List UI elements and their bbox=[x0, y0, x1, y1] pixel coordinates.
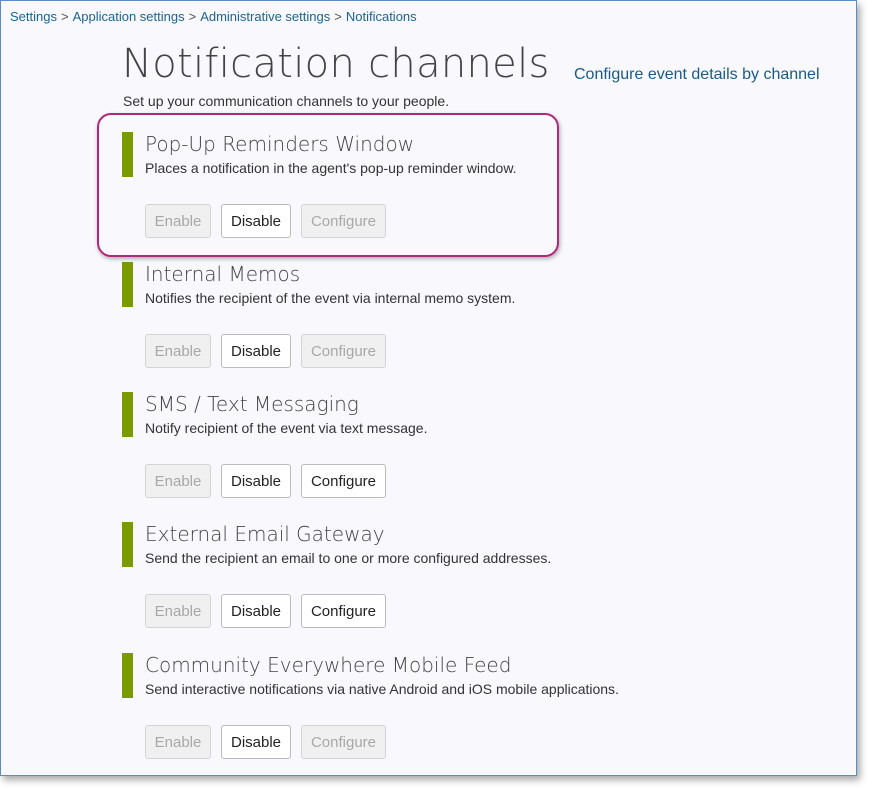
configure-button[interactable]: Configure bbox=[301, 334, 386, 368]
channel-accent-bar bbox=[122, 262, 133, 307]
channel-accent-bar bbox=[122, 392, 133, 437]
disable-button[interactable]: Disable bbox=[221, 204, 291, 238]
enable-button[interactable]: Enable bbox=[145, 464, 211, 498]
channel-name: Pop-Up Reminders Window bbox=[145, 132, 415, 156]
channel-accent-bar bbox=[122, 522, 133, 567]
channel-description: Notifies the recipient of the event via … bbox=[145, 290, 516, 306]
configure-button[interactable]: Configure bbox=[301, 464, 386, 498]
channel-description: Notify recipient of the event via text m… bbox=[145, 420, 428, 436]
channel-description: Places a notification in the agent's pop… bbox=[145, 160, 517, 176]
breadcrumb-notifications[interactable]: Notifications bbox=[346, 9, 417, 24]
channel-name: External Email Gateway bbox=[145, 522, 385, 546]
configure-button[interactable]: Configure bbox=[301, 725, 386, 759]
enable-button[interactable]: Enable bbox=[145, 204, 211, 238]
enable-button[interactable]: Enable bbox=[145, 725, 211, 759]
breadcrumb: Settings > Application settings > Administra… bbox=[10, 9, 417, 24]
channel-name: Community Everywhere Mobile Feed bbox=[145, 653, 512, 677]
breadcrumb-settings[interactable]: Settings bbox=[10, 9, 57, 24]
channel-name: Internal Memos bbox=[145, 262, 301, 286]
breadcrumb-administrative-settings[interactable]: Administrative settings bbox=[200, 9, 330, 24]
page-subtitle: Set up your communication channels to yo… bbox=[123, 93, 450, 109]
enable-button[interactable]: Enable bbox=[145, 594, 211, 628]
configure-button[interactable]: Configure bbox=[301, 594, 386, 628]
breadcrumb-separator: > bbox=[334, 9, 342, 24]
disable-button[interactable]: Disable bbox=[221, 594, 291, 628]
breadcrumb-separator: > bbox=[188, 9, 197, 24]
breadcrumb-application-settings[interactable]: Application settings bbox=[73, 9, 185, 24]
configure-button[interactable]: Configure bbox=[301, 204, 386, 238]
breadcrumb-separator: > bbox=[60, 9, 69, 24]
channel-description: Send interactive notifications via nativ… bbox=[145, 681, 619, 697]
window-frame: Settings > Application settings > Administra… bbox=[0, 0, 857, 776]
channel-accent-bar bbox=[122, 653, 133, 698]
disable-button[interactable]: Disable bbox=[221, 725, 291, 759]
page-title: Notification channels bbox=[122, 41, 550, 87]
disable-button[interactable]: Disable bbox=[221, 334, 291, 368]
channel-name: SMS / Text Messaging bbox=[145, 392, 359, 416]
enable-button[interactable]: Enable bbox=[145, 334, 211, 368]
configure-event-details-link[interactable]: Configure event details by channel bbox=[574, 66, 820, 84]
channel-accent-bar bbox=[122, 132, 133, 177]
channel-description: Send the recipient an email to one or mo… bbox=[145, 550, 552, 566]
disable-button[interactable]: Disable bbox=[221, 464, 291, 498]
